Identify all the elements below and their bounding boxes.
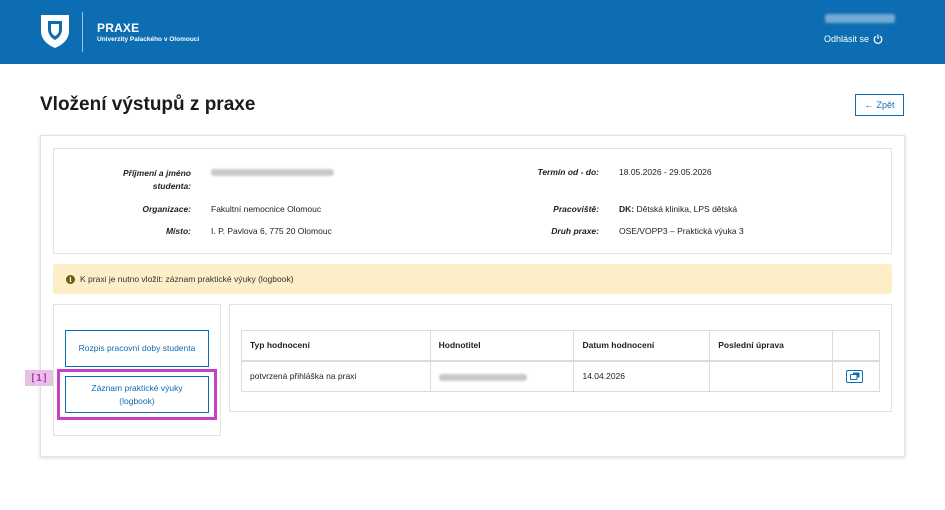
cell-evaluation-date: 14.04.2026 [573, 360, 711, 392]
organization-label: Organizace: [142, 204, 191, 214]
open-detail-button[interactable] [846, 369, 864, 383]
logbook-highlight-box [57, 369, 217, 420]
place-label: Místo: [165, 226, 191, 236]
term-value: 18.05.2026 - 29.05.2026 [619, 167, 712, 177]
brand-subtitle: Univerzity Palackého v Olomouci [97, 36, 200, 43]
workplace-label: Pracoviště: [553, 204, 599, 214]
table-header-row: Typ hodnocení Hodnotitel Datum hodnocení… [241, 330, 880, 362]
cell-actions [832, 360, 880, 392]
evaluation-table: Typ hodnocení Hodnotitel Datum hodnocení… [241, 330, 880, 392]
highlight-tag: [1] [25, 370, 53, 386]
column-header: Poslední úprava [709, 330, 834, 362]
cell-evaluator [429, 360, 575, 392]
user-name [825, 14, 895, 23]
workplace-value: DK: Dětská klinika, LPS dětská [619, 204, 737, 214]
university-logo-icon[interactable] [38, 13, 72, 49]
student-name-value [211, 168, 334, 178]
workplace-code: DK: [619, 204, 635, 214]
column-header: Hodnotitel [429, 330, 575, 362]
column-header: Datum hodnocení [573, 330, 711, 362]
info-icon: i [66, 274, 75, 284]
alert-text: K praxi je nutno vložit: záznam praktick… [80, 274, 294, 284]
required-output-alert: i K praxi je nutno vložit: záznam prakti… [53, 264, 892, 294]
column-header: Typ hodnocení [241, 330, 431, 362]
organization-value: Fakultní nemocnice Olomouc [211, 204, 322, 214]
cell-evaluation-type: potvrzená přihláška na praxi [241, 360, 431, 392]
practice-type-value: OSE/VOPP3 – Praktická výuka 3 [619, 226, 744, 236]
term-label: Termín od - do: [537, 167, 599, 177]
work-schedule-button[interactable]: Rozpis pracovní doby studenta [65, 330, 209, 367]
student-name-label: Příjmení a jméno studenta: [122, 168, 191, 191]
brand-title: PRAXE [97, 21, 140, 35]
practice-info-box [53, 148, 892, 254]
back-button[interactable]: ← Zpět [855, 94, 904, 116]
logo-divider [82, 12, 83, 52]
workplace-text: Dětská klinika, LPS dětská [636, 204, 738, 214]
page-title: Vložení výstupů z praxe [40, 94, 256, 115]
table-row: potvrzená přihláška na praxi 14.04.2026 [241, 360, 880, 392]
arrow-left-icon: ← [864, 100, 874, 110]
power-icon [873, 34, 883, 44]
practice-type-label: Druh praxe: [551, 226, 599, 236]
back-label: Zpět [876, 100, 895, 110]
top-header: PRAXE Univerzity Palackého v Olomouci Od… [0, 0, 945, 64]
logout-label: Odhlásit se [823, 34, 869, 44]
column-header-actions [832, 330, 880, 362]
cell-last-edit [709, 360, 834, 392]
place-value: I. P. Pavlova 6, 775 20 Olomouc [211, 226, 332, 236]
logout-button[interactable]: Odhlásit se [824, 34, 883, 44]
copy-icon [849, 372, 860, 381]
